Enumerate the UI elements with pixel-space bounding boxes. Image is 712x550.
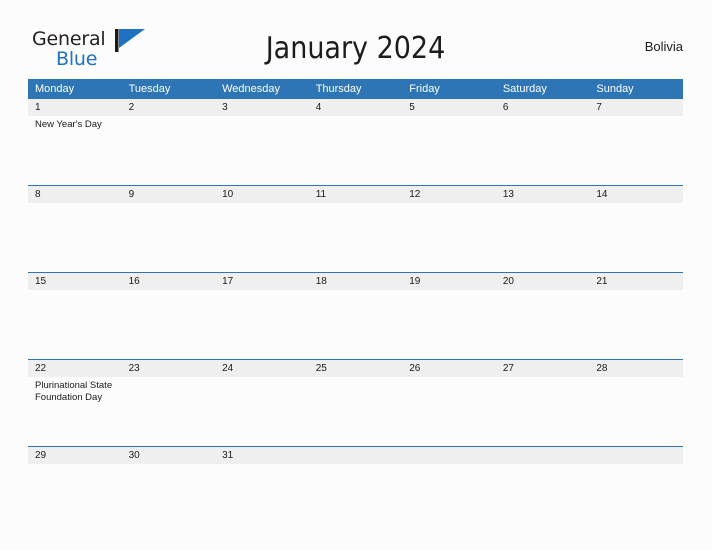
day-number-cell[interactable] xyxy=(308,446,403,464)
country-label: Bolivia xyxy=(644,39,683,54)
day-number-cell[interactable]: 22 xyxy=(28,359,122,377)
day-events-cell[interactable] xyxy=(495,116,590,186)
week-date-row: 15 16 17 18 19 20 21 xyxy=(28,272,683,290)
week-event-row xyxy=(28,464,683,533)
weekday-header-wednesday: Wednesday xyxy=(215,79,309,99)
day-events-cell[interactable] xyxy=(121,464,216,533)
day-number-cell[interactable]: 23 xyxy=(121,359,216,377)
week-date-row: 8 9 10 11 12 13 14 xyxy=(28,185,683,203)
weekday-header-thursday: Thursday xyxy=(308,79,403,99)
day-events-cell[interactable] xyxy=(402,116,496,186)
day-number-cell[interactable] xyxy=(589,446,683,464)
day-events-cell[interactable] xyxy=(215,290,309,360)
day-number-cell[interactable]: 28 xyxy=(589,359,683,377)
day-number-cell[interactable]: 12 xyxy=(402,185,496,203)
day-number-cell[interactable]: 6 xyxy=(495,99,590,116)
day-number-cell[interactable]: 25 xyxy=(308,359,403,377)
weekday-header-monday: Monday xyxy=(28,79,122,99)
day-events-cell[interactable] xyxy=(402,377,496,447)
day-events-cell[interactable] xyxy=(589,464,683,533)
day-number-cell[interactable]: 21 xyxy=(589,272,683,290)
day-events-cell[interactable] xyxy=(121,116,216,186)
day-events-cell[interactable] xyxy=(589,203,683,273)
day-number-cell[interactable]: 18 xyxy=(308,272,403,290)
day-events-cell[interactable] xyxy=(402,464,496,533)
month-grid: Monday Tuesday Wednesday Thursday Friday… xyxy=(28,79,683,533)
week-date-row: 22 23 24 25 26 27 28 xyxy=(28,359,683,377)
day-events-cell[interactable] xyxy=(215,377,309,447)
day-number-cell[interactable]: 4 xyxy=(308,99,403,116)
day-events-cell[interactable] xyxy=(121,203,216,273)
day-number-cell[interactable]: 13 xyxy=(495,185,590,203)
day-number-cell[interactable]: 15 xyxy=(28,272,122,290)
day-events-cell[interactable] xyxy=(121,377,216,447)
day-events-cell[interactable] xyxy=(308,377,403,447)
week-event-row: Plurinational State Foundation Day xyxy=(28,377,683,447)
day-events-cell[interactable] xyxy=(308,203,403,273)
day-events-cell[interactable] xyxy=(308,464,403,533)
day-events-cell[interactable] xyxy=(28,464,122,533)
weekday-header-friday: Friday xyxy=(402,79,496,99)
day-number-cell[interactable]: 30 xyxy=(121,446,216,464)
day-events-cell[interactable] xyxy=(215,116,309,186)
day-events-cell[interactable] xyxy=(308,290,403,360)
day-events-cell[interactable] xyxy=(495,290,590,360)
weekday-header-saturday: Saturday xyxy=(495,79,590,99)
day-events-cell[interactable] xyxy=(589,290,683,360)
day-number-cell[interactable]: 27 xyxy=(495,359,590,377)
day-events-cell[interactable] xyxy=(495,203,590,273)
page-title: January 2024 xyxy=(265,31,446,66)
day-events-cell[interactable] xyxy=(402,290,496,360)
day-number-cell[interactable]: 16 xyxy=(121,272,216,290)
week-date-row: 29 30 31 xyxy=(28,446,683,464)
holiday-event-label: New Year's Day xyxy=(35,119,102,130)
day-number-cell[interactable]: 19 xyxy=(402,272,496,290)
day-number-cell[interactable]: 29 xyxy=(28,446,122,464)
day-number-cell[interactable]: 9 xyxy=(121,185,216,203)
weeks-body: 1 2 3 4 5 6 7 New Year's Day 8 9 10 11 12 13 14 15 16 17 1… xyxy=(28,99,683,533)
weekday-header-row: Monday Tuesday Wednesday Thursday Friday… xyxy=(28,79,683,99)
day-events-cell[interactable] xyxy=(402,203,496,273)
day-events-cell[interactable] xyxy=(495,464,590,533)
day-number-cell[interactable]: 26 xyxy=(402,359,496,377)
day-events-cell[interactable] xyxy=(28,203,122,273)
day-number-cell[interactable]: 1 xyxy=(28,99,122,116)
weekday-header-sunday: Sunday xyxy=(589,79,683,99)
day-number-cell[interactable] xyxy=(495,446,590,464)
week-event-row xyxy=(28,290,683,360)
day-number-cell[interactable] xyxy=(402,446,496,464)
day-number-cell[interactable]: 3 xyxy=(215,99,309,116)
day-number-cell[interactable]: 17 xyxy=(215,272,309,290)
day-number-cell[interactable]: 14 xyxy=(589,185,683,203)
day-number-cell[interactable]: 10 xyxy=(215,185,309,203)
day-events-cell[interactable] xyxy=(215,203,309,273)
day-number-cell[interactable]: 8 xyxy=(28,185,122,203)
day-number-cell[interactable]: 20 xyxy=(495,272,590,290)
week-event-row: New Year's Day xyxy=(28,116,683,186)
week-date-row: 1234567 xyxy=(28,99,683,116)
day-number-cell[interactable]: 2 xyxy=(121,99,216,116)
day-events-cell[interactable] xyxy=(308,116,403,186)
day-events-cell[interactable] xyxy=(121,290,216,360)
day-events-cell[interactable] xyxy=(28,290,122,360)
day-number-cell[interactable]: 7 xyxy=(589,99,683,116)
day-number-cell[interactable]: 11 xyxy=(308,185,403,203)
day-events-cell[interactable] xyxy=(589,116,683,186)
day-events-cell[interactable]: New Year's Day xyxy=(28,116,122,186)
day-number-cell[interactable]: 31 xyxy=(215,446,309,464)
calendar-page: General Blue January 2024 Bolivia Monday… xyxy=(0,0,712,550)
week-event-row xyxy=(28,203,683,273)
day-events-cell[interactable] xyxy=(495,377,590,447)
day-events-cell[interactable]: Plurinational State Foundation Day xyxy=(28,377,122,447)
day-number-cell[interactable]: 5 xyxy=(402,99,496,116)
day-number-cell[interactable]: 24 xyxy=(215,359,309,377)
page-header: General Blue January 2024 Bolivia xyxy=(28,26,683,72)
day-events-cell[interactable] xyxy=(589,377,683,447)
weekday-header-tuesday: Tuesday xyxy=(121,79,216,99)
day-events-cell[interactable] xyxy=(215,464,309,533)
holiday-event-label: Plurinational State Foundation Day xyxy=(35,380,113,403)
